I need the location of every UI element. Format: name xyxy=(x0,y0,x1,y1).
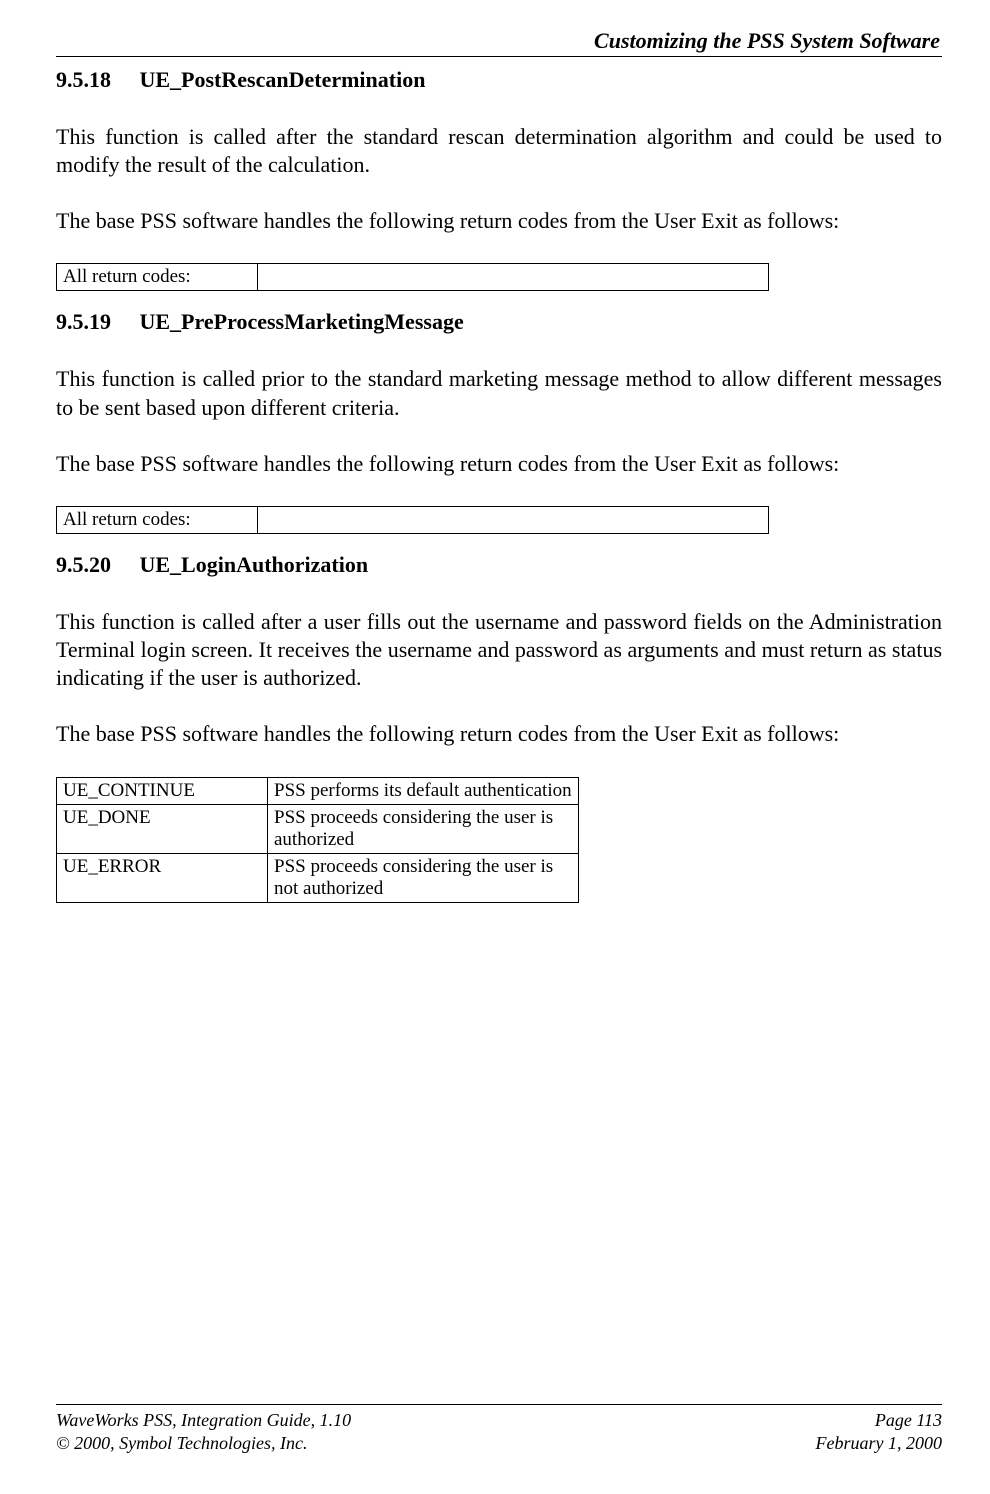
body-paragraph: The base PSS software handles the follow… xyxy=(56,450,942,478)
section-number: 9.5.18 xyxy=(56,67,134,93)
table-row: UE_ERROR PSS proceeds considering the us… xyxy=(57,853,579,902)
body-paragraph: The base PSS software handles the follow… xyxy=(56,720,942,748)
table-row: All return codes: xyxy=(57,506,769,533)
return-desc-cell: PSS performs its default authentication xyxy=(268,777,579,804)
section-number: 9.5.20 xyxy=(56,552,134,578)
footer-divider xyxy=(56,1404,942,1405)
body-paragraph: The base PSS software handles the follow… xyxy=(56,207,942,235)
table-row: All return codes: xyxy=(57,264,769,291)
footer-page-number: Page 113 xyxy=(875,1409,942,1432)
section-heading-9-5-20: 9.5.20 UE_LoginAuthorization xyxy=(56,552,942,578)
header-divider xyxy=(56,56,942,57)
return-code-cell: UE_CONTINUE xyxy=(57,777,268,804)
body-paragraph: This function is called after a user fil… xyxy=(56,608,942,692)
body-paragraph: This function is called prior to the sta… xyxy=(56,365,942,421)
page-header-title: Customizing the PSS System Software xyxy=(56,28,942,54)
return-desc-cell xyxy=(258,506,769,533)
footer-copyright: © 2000, Symbol Technologies, Inc. xyxy=(56,1432,307,1455)
section-heading-9-5-18: 9.5.18 UE_PostRescanDetermination xyxy=(56,67,942,93)
return-desc-cell: PSS proceeds considering the user is not… xyxy=(268,853,579,902)
table-row: UE_DONE PSS proceeds considering the use… xyxy=(57,804,579,853)
table-row: UE_CONTINUE PSS performs its default aut… xyxy=(57,777,579,804)
return-code-cell: UE_ERROR xyxy=(57,853,268,902)
footer-date: February 1, 2000 xyxy=(816,1432,942,1455)
footer-doc-title: WaveWorks PSS, Integration Guide, 1.10 xyxy=(56,1409,351,1432)
body-paragraph: This function is called after the standa… xyxy=(56,123,942,179)
return-codes-table: All return codes: xyxy=(56,506,769,534)
page-footer: WaveWorks PSS, Integration Guide, 1.10 P… xyxy=(56,1404,942,1454)
return-codes-table: All return codes: xyxy=(56,263,769,291)
section-heading-9-5-19: 9.5.19 UE_PreProcessMarketingMessage xyxy=(56,309,942,335)
section-title: UE_LoginAuthorization xyxy=(140,552,369,577)
return-code-cell: All return codes: xyxy=(57,264,258,291)
section-title: UE_PostRescanDetermination xyxy=(140,67,426,92)
return-code-cell: All return codes: xyxy=(57,506,258,533)
return-codes-table: UE_CONTINUE PSS performs its default aut… xyxy=(56,777,579,903)
return-desc-cell: PSS proceeds considering the user is aut… xyxy=(268,804,579,853)
return-desc-cell xyxy=(258,264,769,291)
return-code-cell: UE_DONE xyxy=(57,804,268,853)
section-title: UE_PreProcessMarketingMessage xyxy=(140,309,464,334)
section-number: 9.5.19 xyxy=(56,309,134,335)
